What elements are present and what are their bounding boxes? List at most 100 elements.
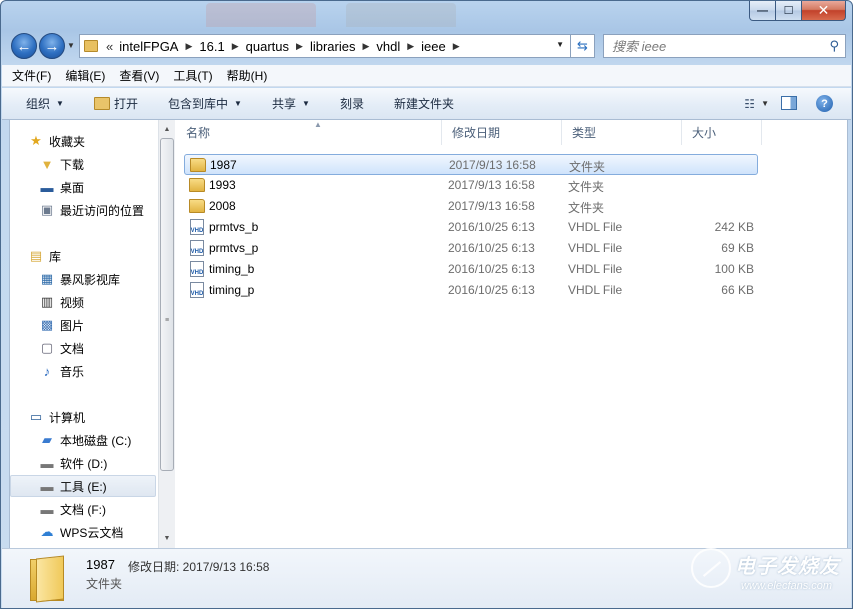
sidebar-item-drive-e[interactable]: ▬ 工具 (E:) (10, 475, 156, 497)
folder-icon (190, 158, 206, 172)
sidebar-group-favorites[interactable]: ★ 收藏夹 (10, 130, 156, 152)
table-row[interactable]: 1987 2017/9/13 16:58 文件夹 (184, 154, 758, 175)
breadcrumb-item[interactable]: ieee (421, 39, 446, 54)
scrollbar-thumb[interactable]: ≡ (160, 138, 174, 471)
sidebar-group-libraries[interactable]: ▤ 库 (10, 245, 156, 267)
file-type: VHDL File (568, 262, 623, 276)
table-row[interactable]: 2008 2017/9/13 16:58 文件夹 (184, 196, 758, 217)
maximize-button[interactable]: ☐ (776, 1, 802, 21)
scroll-up-arrow-icon[interactable]: ▲ (159, 121, 175, 138)
sidebar-item-pictures[interactable]: ▩ 图片 (10, 314, 156, 336)
file-size: 242 KB (714, 220, 754, 234)
help-icon: ? (821, 97, 828, 110)
chevron-right-icon[interactable]: ▶ (232, 41, 239, 52)
address-bar[interactable]: « intelFPGA ▶ 16.1 ▶ quartus ▶ libraries ▶ v… (79, 34, 571, 58)
table-row[interactable]: VHD prmtvs_b 2016/10/25 6:13 VHDL File 2… (184, 217, 758, 238)
details-pane: 1987 修改日期: 2017/9/13 16:58 文件夹 电子发烧友 www… (2, 548, 851, 608)
forward-button[interactable]: → (39, 33, 65, 59)
column-header-size[interactable]: 大小 (682, 120, 762, 145)
open-button[interactable]: 打开 (94, 95, 138, 112)
table-row[interactable]: VHD prmtvs_p 2016/10/25 6:13 VHDL File 6… (184, 238, 758, 259)
help-button[interactable]: ? (816, 95, 833, 112)
sidebar-item-music[interactable]: ♪ 音乐 (10, 360, 156, 382)
table-row[interactable]: VHD timing_p 2016/10/25 6:13 VHDL File 6… (184, 280, 758, 301)
new-folder-button[interactable]: 新建文件夹 (394, 95, 454, 112)
breadcrumb-item[interactable]: vhdl (376, 39, 400, 54)
sidebar-group-computer[interactable]: ▭ 计算机 (10, 406, 156, 428)
file-type: 文件夹 (569, 160, 606, 174)
open-label: 打开 (114, 97, 139, 111)
column-header-name[interactable]: 名称 (176, 120, 442, 145)
include-in-library-button[interactable]: 包含到库中 ▼ (168, 95, 242, 112)
view-options-dropdown[interactable]: ▼ (761, 99, 769, 108)
sidebar-item-baofeng-library[interactable]: ▦ 暴风影视库 (10, 268, 156, 290)
file-name: 1987 (210, 158, 237, 172)
sidebar-item-documents[interactable]: ▢ 文档 (10, 337, 156, 359)
chevron-right-icon[interactable]: ▶ (453, 41, 460, 52)
menu-tools[interactable]: 工具(T) (173, 67, 212, 84)
preview-pane-button[interactable] (781, 96, 797, 110)
back-button[interactable]: ← (11, 33, 37, 59)
breadcrumb-item[interactable]: intelFPGA (119, 39, 178, 54)
chevron-right-icon[interactable]: ▶ (185, 41, 192, 52)
caption-buttons: — ☐ ✕ (749, 1, 846, 21)
table-row[interactable]: VHD timing_b 2016/10/25 6:13 VHDL File 1… (184, 259, 758, 280)
address-history-dropdown[interactable]: ▼ (556, 40, 564, 49)
sidebar-item-drive-f[interactable]: ▬ 文档 (F:) (10, 498, 156, 520)
download-folder-icon: ▼ (40, 156, 54, 172)
file-date: 2016/10/25 6:13 (448, 262, 535, 276)
sidebar-item-label: 工具 (E:) (60, 479, 107, 494)
sidebar-item-drive-c[interactable]: ▰ 本地磁盘 (C:) (10, 429, 156, 451)
breadcrumb-item[interactable]: 16.1 (199, 39, 224, 54)
menu-help[interactable]: 帮助(H) (227, 67, 268, 84)
search-input[interactable] (604, 38, 814, 54)
sidebar-item-videos[interactable]: ▥ 视频 (10, 291, 156, 313)
sidebar-item-label: 最近访问的位置 (60, 203, 145, 218)
close-button[interactable]: ✕ (802, 1, 846, 21)
sidebar-item-drive-d[interactable]: ▬ 软件 (D:) (10, 452, 156, 474)
navigation-pane-scrollbar[interactable]: ▲ ≡ ▼ (158, 120, 175, 548)
sidebar-item-label: 下载 (60, 157, 85, 172)
file-size: 100 KB (714, 262, 754, 276)
star-icon: ★ (30, 133, 42, 148)
sidebar-item-downloads[interactable]: ▼ 下载 (10, 153, 156, 175)
sidebar-item-recent-places[interactable]: ▣ 最近访问的位置 (10, 199, 156, 221)
sidebar-item-desktop[interactable]: ▬ 桌面 (10, 176, 156, 198)
organize-label: 组织 (26, 97, 51, 111)
column-header-type[interactable]: 类型 (562, 120, 682, 145)
file-date: 2016/10/25 6:13 (448, 241, 535, 255)
breadcrumb-item[interactable]: libraries (310, 39, 356, 54)
recent-places-icon: ▣ (40, 202, 54, 217)
file-type: VHDL File (568, 220, 623, 234)
computer-icon: ▭ (29, 409, 43, 424)
organize-button[interactable]: 组织 ▼ (26, 95, 64, 112)
breadcrumb-item[interactable]: quartus (246, 39, 289, 54)
table-row[interactable]: 1993 2017/9/13 16:58 文件夹 (184, 175, 758, 196)
column-header-date[interactable]: 修改日期 (442, 120, 562, 145)
refresh-button[interactable]: ⇆ (571, 34, 595, 58)
file-type: 文件夹 (568, 180, 605, 194)
burn-button[interactable]: 刻录 (340, 95, 364, 112)
document-icon: ▢ (40, 340, 54, 355)
arrow-left-icon: ← (16, 37, 32, 55)
recent-pages-dropdown[interactable]: ▼ (67, 41, 75, 50)
minimize-icon: — (757, 4, 768, 17)
minimize-button[interactable]: — (749, 1, 776, 21)
change-view-button[interactable]: ☷ (744, 97, 755, 111)
navigation-pane: ★ 收藏夹 ▼ 下载 ▬ 桌面 ▣ 最近访问的位置 ▤ 库 ▦ 暴风影视库 ▥ … (10, 120, 158, 548)
chevron-right-icon[interactable]: ▶ (407, 41, 414, 52)
command-bar: 组织 ▼ 打开 包含到库中 ▼ 共享 ▼ 刻录 新建文件夹 ☷ ▼ ? (2, 88, 851, 120)
menu-file[interactable]: 文件(F) (12, 67, 51, 84)
file-list: ▲ 名称 修改日期 类型 大小 1987 2017/9/13 16:58 文件夹… (176, 120, 849, 548)
file-name: 1993 (209, 178, 236, 192)
scroll-down-arrow-icon[interactable]: ▼ (159, 530, 175, 547)
share-button[interactable]: 共享 ▼ (272, 95, 310, 112)
chevron-right-icon[interactable]: ▶ (296, 41, 303, 52)
sidebar-item-wps-cloud[interactable]: ☁ WPS云文档 (10, 521, 156, 543)
search-icon[interactable]: ⚲ (829, 38, 839, 54)
menu-edit[interactable]: 编辑(E) (65, 67, 105, 84)
file-date: 2017/9/13 16:58 (448, 178, 535, 192)
overflow-chevron[interactable]: « (106, 39, 113, 54)
chevron-right-icon[interactable]: ▶ (362, 41, 369, 52)
menu-view[interactable]: 查看(V) (119, 67, 159, 84)
